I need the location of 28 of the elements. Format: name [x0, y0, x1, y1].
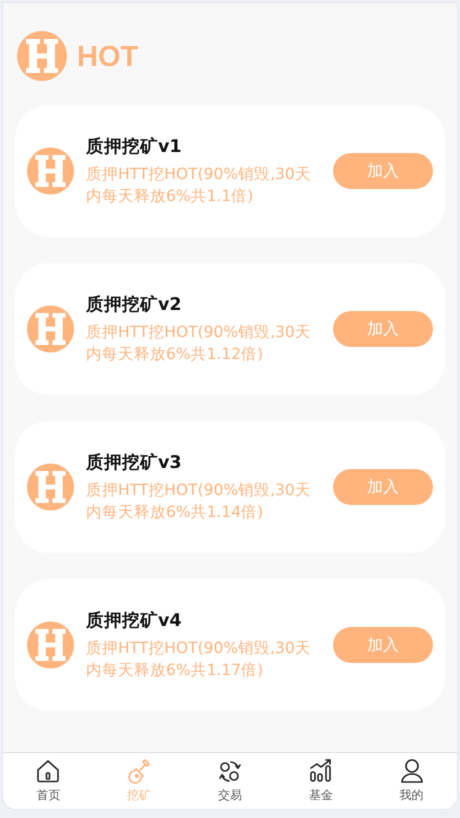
join-button[interactable]: 加入 — [332, 469, 433, 505]
bar-chart-icon — [308, 758, 334, 784]
join-button[interactable]: 加入 — [332, 153, 433, 189]
tab-item[interactable]: 我的 — [366, 753, 457, 809]
product-name: 质押挖矿v3 — [86, 452, 183, 476]
logo-icon — [17, 31, 67, 81]
product-name: 质押挖矿v1 — [86, 136, 183, 160]
tab-item[interactable]: 挖矿 — [94, 753, 185, 809]
join-button[interactable]: 加入 — [332, 311, 433, 347]
exchange-icon — [216, 758, 243, 784]
product-description: 质押HTT挖HOT(90%销毁,30天内每天释放6%共1.14倍) — [86, 480, 312, 524]
tab-item[interactable]: 首页 — [3, 753, 94, 809]
home-icon — [35, 758, 62, 784]
product-description: 质押HTT挖HOT(90%销毁,30天内每天释放6%共1.12倍) — [86, 322, 312, 366]
product-name: 质押挖矿v2 — [86, 294, 183, 318]
tab-item[interactable]: 基金 — [275, 753, 366, 809]
user-icon — [398, 758, 425, 784]
logo-icon — [27, 463, 74, 511]
logo-icon — [27, 305, 74, 353]
join-button[interactable]: 加入 — [332, 627, 433, 663]
brand-title: HOT — [77, 40, 138, 75]
shovel-icon — [126, 758, 152, 784]
product-name: 质押挖矿v4 — [86, 610, 183, 634]
logo-icon — [27, 621, 74, 669]
tab-item[interactable]: 交易 — [184, 753, 276, 809]
logo-icon — [27, 147, 74, 195]
product-description: 质押HTT挖HOT(90%销毁,30天内每天释放6%共1.1倍) — [86, 164, 312, 208]
product-description: 质押HTT挖HOT(90%销毁,30天内每天释放6%共1.17倍) — [86, 638, 312, 682]
